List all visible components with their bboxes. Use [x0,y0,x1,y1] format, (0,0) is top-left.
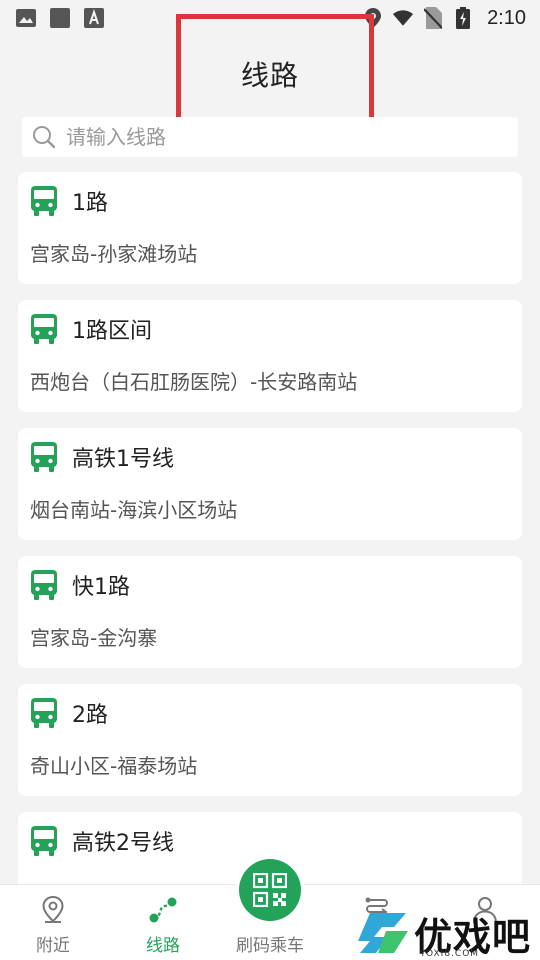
route-head: 高铁2号线 [30,824,510,858]
route-name: 高铁2号线 [72,831,174,856]
header: 线路 [0,36,540,112]
route-stops: 西炮台（白石肛肠医院）-长安路南站 [30,370,358,394]
route-head: 高铁1号线 [30,440,510,474]
route-stops: 宫家岛-金沟寨 [30,626,158,650]
route-icon [148,895,178,925]
nav-label-routes: 线路 [146,936,180,956]
route-name: 高铁1号线 [72,447,174,472]
route-name: 2路 [72,703,108,728]
no-sim-icon [423,7,443,29]
route-name: 1路 [72,191,108,216]
nav-label-scan: 刷码乘车 [236,936,304,956]
search-icon [32,125,56,149]
bus-icon [30,186,58,216]
nav-item-routes[interactable]: 线路 [118,885,208,960]
bus-icon [30,442,58,472]
route-name: 快1路 [72,575,130,600]
route-stops: 烟台南站-海滨小区场站 [30,498,238,522]
square-icon [50,8,70,28]
watermark-subtext: YOXI8.COM [420,949,480,959]
route-head: 2路 [30,696,510,730]
search-bar[interactable] [22,117,518,157]
route-card[interactable]: 快1路 宫家岛-金沟寨 [18,556,522,668]
location-icon [363,8,383,28]
page-title: 线路 [240,59,299,92]
watermark: 优戏吧 YOXI8.COM [356,906,540,960]
route-name: 1路区间 [72,319,152,344]
watermark-logo-icon [356,909,410,957]
search-input[interactable] [66,125,486,149]
bus-icon [30,314,58,344]
bus-icon [30,698,58,728]
nav-item-scan[interactable]: 刷码乘车 [220,855,320,960]
wifi-icon [393,8,414,28]
route-card[interactable]: 1路区间 西炮台（白石肛肠医院）-长安路南站 [18,300,522,412]
status-right: 2:10 [363,7,526,30]
route-card[interactable]: 高铁1号线 烟台南站-海滨小区场站 [18,428,522,540]
image-icon [16,8,36,28]
app-screen: 2:10 线路 1路 宫家岛-孙家滩场站 [0,0,540,960]
route-head: 1路 [30,184,510,218]
qr-code-icon [253,873,287,907]
route-head: 1路区间 [30,312,510,346]
a-icon [84,8,104,28]
route-list: 1路 宫家岛-孙家滩场站 1路区间 西炮台（白石肛肠医院）-长安路南站 高铁1号… [18,172,522,940]
nav-item-nearby[interactable]: 附近 [8,885,98,960]
status-time: 2:10 [487,6,526,29]
status-left [16,8,104,28]
bus-icon [30,826,58,856]
nav-label-nearby: 附近 [36,936,70,956]
route-stops: 奇山小区-福泰场站 [30,754,198,778]
scan-button[interactable] [235,855,305,925]
status-bar: 2:10 [0,0,540,36]
route-head: 快1路 [30,568,510,602]
scan-button-inner [239,859,301,921]
location-pin-icon [38,895,68,925]
battery-charging-icon [453,7,473,29]
route-card[interactable]: 2路 奇山小区-福泰场站 [18,684,522,796]
route-stops: 宫家岛-孙家滩场站 [30,242,198,266]
route-card[interactable]: 1路 宫家岛-孙家滩场站 [18,172,522,284]
bus-icon [30,570,58,600]
